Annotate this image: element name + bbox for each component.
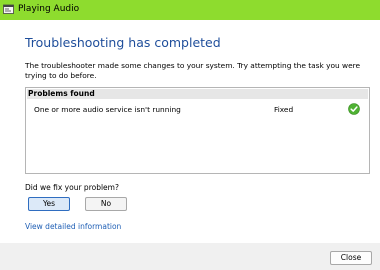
footer-bar: Close [0, 243, 380, 270]
window-title: Playing Audio [18, 4, 80, 14]
feedback-question: Did we fix your problem? [25, 183, 119, 192]
troubleshooter-icon [3, 4, 14, 14]
problem-name: One or more audio service isn't running [34, 105, 181, 114]
green-check-icon [348, 103, 360, 115]
yes-button[interactable]: Yes [28, 197, 70, 211]
view-details-link[interactable]: View detailed information [25, 222, 121, 231]
title-bar: Playing Audio [0, 0, 380, 20]
page-title: Troubleshooting has completed [25, 35, 221, 50]
problems-found-header: Problems found [27, 89, 368, 99]
description-text: The troubleshooter made some changes to … [25, 61, 361, 80]
close-button[interactable]: Close [330, 251, 372, 265]
problems-found-list: Problems found One or more audio service… [25, 87, 370, 174]
no-button[interactable]: No [85, 197, 127, 211]
problem-status: Fixed [274, 105, 294, 114]
